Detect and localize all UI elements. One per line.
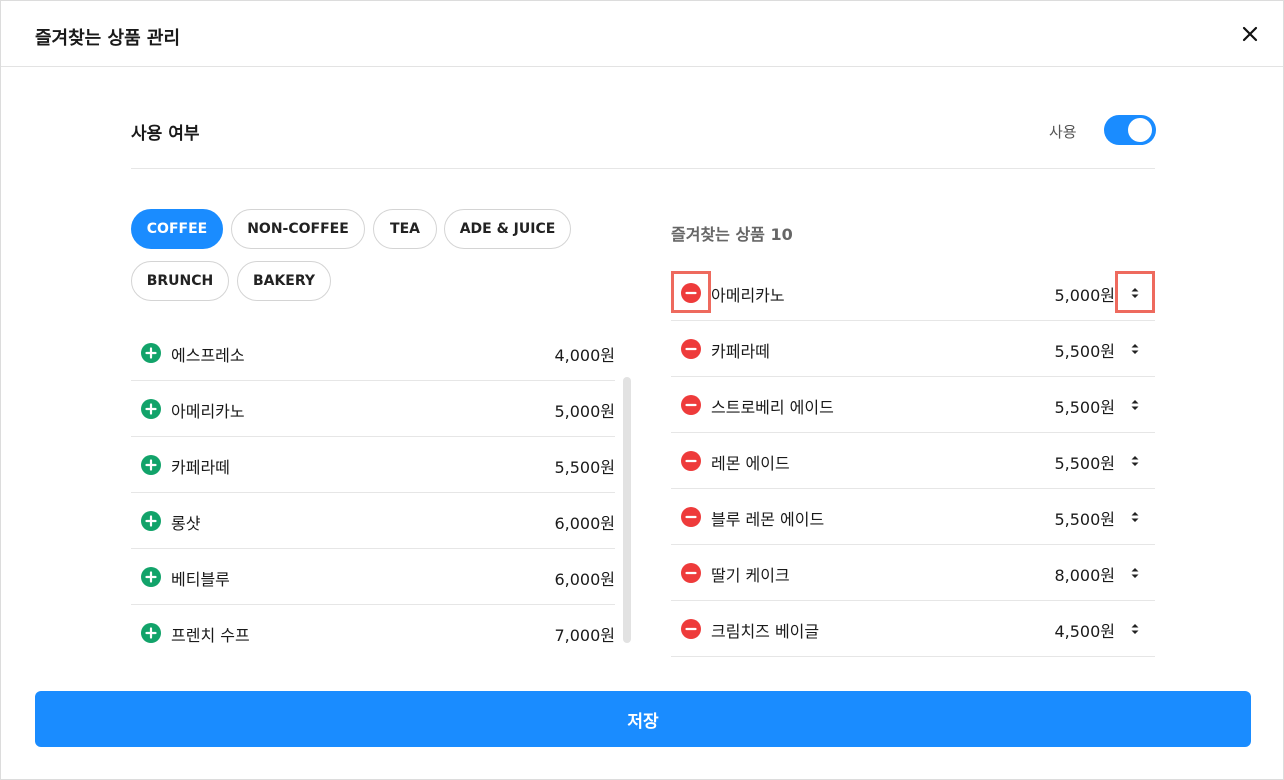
item-name: 카페라떼 (711, 342, 770, 361)
minus-circle-icon (681, 451, 701, 471)
reorder-handle[interactable] (1125, 563, 1145, 583)
list-item: 롱샷 6,000원 (131, 493, 615, 549)
chip-coffee[interactable]: COFFEE (131, 209, 223, 249)
item-price: 4,500원 (1054, 622, 1115, 641)
item-price: 5,500원 (1054, 342, 1115, 361)
add-button[interactable] (141, 511, 161, 531)
menu-scrollbar[interactable] (623, 377, 631, 643)
close-button[interactable] (1237, 21, 1263, 47)
plus-circle-icon (141, 511, 161, 531)
plus-circle-icon (141, 567, 161, 587)
reorder-handle[interactable] (1125, 507, 1145, 527)
reorder-handle[interactable] (1125, 451, 1145, 471)
minus-circle-icon (681, 395, 701, 415)
sort-handle-icon (1131, 288, 1139, 298)
remove-button[interactable] (681, 507, 701, 527)
reorder-handle[interactable] (1125, 619, 1145, 639)
item-price: 5,000원 (554, 402, 615, 421)
item-name: 에스프레소 (171, 346, 245, 365)
dialog-title: 즐겨찾는 상품 관리 (35, 28, 181, 49)
item-name: 아메리카노 (711, 286, 785, 305)
list-item: 베티블루 6,000원 (131, 549, 615, 605)
favorites-dialog: 즐겨찾는 상품 관리 사용 여부 사용 COFFEE NON-COFFEE TE… (0, 0, 1284, 780)
add-button[interactable] (141, 455, 161, 475)
list-item: 블루 레몬 에이드 5,500원 (671, 489, 1155, 545)
list-item: 크림치즈 베이글 4,500원 (671, 601, 1155, 657)
reorder-handle[interactable] (1125, 339, 1145, 359)
dialog-header: 즐겨찾는 상품 관리 (1, 1, 1283, 67)
list-item: 아메리카노 5,000원 (131, 381, 615, 437)
sort-handle-icon (1131, 400, 1139, 410)
item-price: 8,000원 (1054, 566, 1115, 585)
sort-handle-icon (1131, 344, 1139, 354)
plus-circle-icon (141, 623, 161, 643)
chip-ade-juice[interactable]: ADE & JUICE (444, 209, 571, 249)
sort-handle-icon (1131, 624, 1139, 634)
plus-circle-icon (141, 399, 161, 419)
chip-bakery[interactable]: BAKERY (237, 261, 331, 301)
sort-handle-icon (1131, 568, 1139, 578)
item-name: 롱샷 (171, 514, 201, 533)
item-name: 크림치즈 베이글 (711, 622, 820, 641)
item-name: 블루 레몬 에이드 (711, 510, 825, 529)
item-name: 레몬 에이드 (711, 454, 790, 473)
item-name: 프렌치 수프 (171, 626, 250, 645)
save-button[interactable]: 저장 (35, 691, 1251, 747)
plus-circle-icon (141, 455, 161, 475)
list-item: 에스프레소 4,000원 (131, 325, 615, 381)
item-price: 4,000원 (554, 346, 615, 365)
chip-tea[interactable]: TEA (373, 209, 437, 249)
usage-toggle[interactable] (1104, 115, 1156, 145)
item-price: 5,500원 (1054, 510, 1115, 529)
list-item: 레몬 에이드 5,500원 (671, 433, 1155, 489)
reorder-handle[interactable] (1125, 395, 1145, 415)
item-price: 6,000원 (554, 570, 615, 589)
favorites-title: 즐겨찾는 상품 10 (671, 225, 793, 244)
add-button[interactable] (141, 567, 161, 587)
list-item: 카페라떼 5,500원 (671, 321, 1155, 377)
item-price: 7,000원 (554, 626, 615, 645)
minus-circle-icon (681, 563, 701, 583)
remove-button[interactable] (681, 283, 701, 303)
add-button[interactable] (141, 343, 161, 363)
remove-button[interactable] (681, 395, 701, 415)
remove-button[interactable] (681, 563, 701, 583)
item-name: 스트로베리 에이드 (711, 398, 834, 417)
item-price: 5,500원 (1054, 398, 1115, 417)
list-item: 아메리카노 5,000원 (671, 265, 1155, 321)
list-item: 프렌치 수프 7,000원 (131, 605, 615, 661)
plus-circle-icon (141, 343, 161, 363)
add-button[interactable] (141, 399, 161, 419)
item-name: 베티블루 (171, 570, 230, 589)
item-price: 5,500원 (554, 458, 615, 477)
minus-circle-icon (681, 507, 701, 527)
minus-circle-icon (681, 619, 701, 639)
list-item: 카페라떼 5,500원 (131, 437, 615, 493)
usage-state-label: 사용 (1049, 123, 1077, 141)
minus-circle-icon (681, 283, 701, 303)
item-price: 6,000원 (554, 514, 615, 533)
item-price: 5,500원 (1054, 454, 1115, 473)
toggle-knob (1128, 118, 1152, 142)
list-item: 스트로베리 에이드 5,500원 (671, 377, 1155, 433)
sort-handle-icon (1131, 456, 1139, 466)
item-name: 카페라떼 (171, 458, 230, 477)
item-price: 5,000원 (1054, 286, 1115, 305)
remove-button[interactable] (681, 451, 701, 471)
item-name: 아메리카노 (171, 402, 245, 421)
close-icon (1242, 26, 1258, 42)
chip-non-coffee[interactable]: NON-COFFEE (231, 209, 365, 249)
add-button[interactable] (141, 623, 161, 643)
remove-button[interactable] (681, 619, 701, 639)
chip-brunch[interactable]: BRUNCH (131, 261, 229, 301)
list-item: 딸기 케이크 8,000원 (671, 545, 1155, 601)
sort-handle-icon (1131, 512, 1139, 522)
remove-button[interactable] (681, 339, 701, 359)
minus-circle-icon (681, 339, 701, 359)
usage-row: 사용 여부 사용 (131, 101, 1156, 169)
reorder-handle[interactable] (1125, 283, 1145, 303)
item-name: 딸기 케이크 (711, 566, 790, 585)
usage-label: 사용 여부 (131, 124, 200, 144)
